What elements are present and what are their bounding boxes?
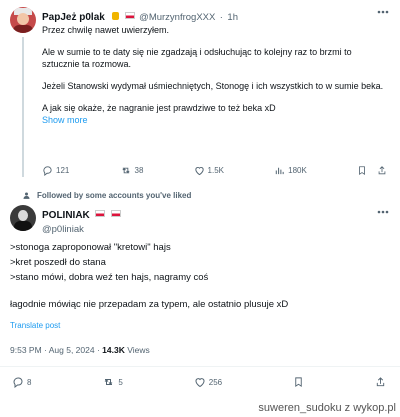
reply-button[interactable]: 8 bbox=[12, 376, 31, 388]
reply-button[interactable]: 121 bbox=[42, 165, 69, 176]
thread-line bbox=[22, 37, 24, 177]
reply-action-bar: 121 38 1.5K 180K bbox=[42, 165, 387, 176]
views-chart-icon bbox=[274, 165, 285, 176]
paragraph: Jeżeli Stanowski wydymał uśmiechniętych,… bbox=[42, 81, 384, 91]
post-header: POLINIAK @p0liniak bbox=[42, 205, 121, 235]
badge-icon bbox=[112, 11, 120, 20]
greentext-line: >stano mówi, dobra weź ten hajs, nagramy… bbox=[10, 272, 209, 283]
share-button[interactable] bbox=[375, 376, 386, 388]
person-icon bbox=[22, 191, 31, 200]
post-action-bar: 8 5 256 bbox=[12, 376, 386, 388]
bookmark-icon bbox=[293, 376, 304, 388]
repost-button[interactable]: 38 bbox=[120, 165, 144, 176]
bookmark-icon[interactable] bbox=[357, 165, 367, 176]
paragraph: Przez chwilę nawet uwierzyłem. bbox=[42, 25, 170, 35]
views-count: 14.3K bbox=[102, 345, 125, 355]
avatar[interactable] bbox=[10, 7, 36, 33]
show-more-link[interactable]: Show more bbox=[42, 114, 387, 126]
flag-icon bbox=[110, 210, 121, 218]
heart-icon bbox=[194, 165, 205, 176]
paragraph: Ale w sumie to te daty się nie zgadzają … bbox=[42, 47, 352, 69]
views-count: 180K bbox=[288, 166, 307, 175]
post-text: >stonoga zaproponował "kretowi" hajs >kr… bbox=[10, 240, 390, 312]
flag-icon bbox=[95, 210, 106, 218]
social-context: Followed by some accounts you've liked bbox=[22, 191, 191, 200]
repost-icon bbox=[120, 165, 132, 176]
flag-icon bbox=[124, 12, 135, 20]
author-handle[interactable]: @MurzynfrogXXX bbox=[139, 12, 215, 23]
views-label: Views bbox=[127, 345, 150, 355]
separator-dot: · bbox=[219, 12, 223, 23]
divider bbox=[0, 366, 400, 367]
reply-count: 8 bbox=[27, 377, 32, 387]
author-handle[interactable]: @p0liniak bbox=[42, 224, 121, 235]
paragraph: A jak się okaże, że nagranie jest prawdz… bbox=[42, 103, 276, 113]
heart-icon bbox=[194, 376, 206, 388]
reply-count: 121 bbox=[56, 166, 70, 175]
translate-link[interactable]: Translate post bbox=[10, 321, 60, 330]
post-meta: 9:53 PM · Aug 5, 2024 · 14.3K Views bbox=[10, 345, 150, 355]
like-button[interactable]: 256 bbox=[194, 376, 222, 388]
bookmark-button[interactable] bbox=[293, 376, 304, 388]
avatar[interactable] bbox=[10, 205, 36, 231]
reply-header: PapJeż p0lak @MurzynfrogXXX · 1h bbox=[42, 7, 238, 25]
greentext-line: >kret poszedł do stana bbox=[10, 257, 106, 268]
reply-icon bbox=[12, 376, 24, 388]
greentext-line: >stonoga zaproponował "kretowi" hajs bbox=[10, 242, 171, 253]
repost-icon bbox=[102, 376, 115, 388]
like-count: 256 bbox=[208, 377, 223, 387]
share-icon[interactable] bbox=[377, 165, 387, 176]
watermark: suweren_sudoku z wykop.pl bbox=[258, 402, 396, 414]
repost-button[interactable]: 5 bbox=[102, 376, 123, 388]
post-timestamp[interactable]: 9:53 PM · Aug 5, 2024 · bbox=[10, 345, 100, 355]
reply-icon bbox=[42, 165, 53, 176]
like-count: 1.5K bbox=[207, 166, 225, 175]
repost-count: 38 bbox=[134, 166, 144, 175]
like-button[interactable]: 1.5K bbox=[194, 165, 224, 176]
share-icon bbox=[375, 376, 386, 388]
post-time[interactable]: 1h bbox=[227, 12, 238, 23]
views-button[interactable]: 180K bbox=[274, 165, 307, 176]
author-name[interactable]: PapJeż p0lak bbox=[42, 12, 105, 23]
social-context-label: Followed by some accounts you've liked bbox=[37, 191, 192, 200]
repost-count: 5 bbox=[118, 377, 123, 387]
post-text: Przez chwilę nawet uwierzyłem. Ale w sum… bbox=[42, 24, 387, 126]
closing-line: łagodnie mówiąc nie przepadam za typem, … bbox=[10, 299, 289, 310]
more-options-icon[interactable] bbox=[376, 7, 390, 17]
author-name[interactable]: POLINIAK bbox=[42, 210, 90, 221]
more-options-icon[interactable] bbox=[376, 207, 390, 217]
